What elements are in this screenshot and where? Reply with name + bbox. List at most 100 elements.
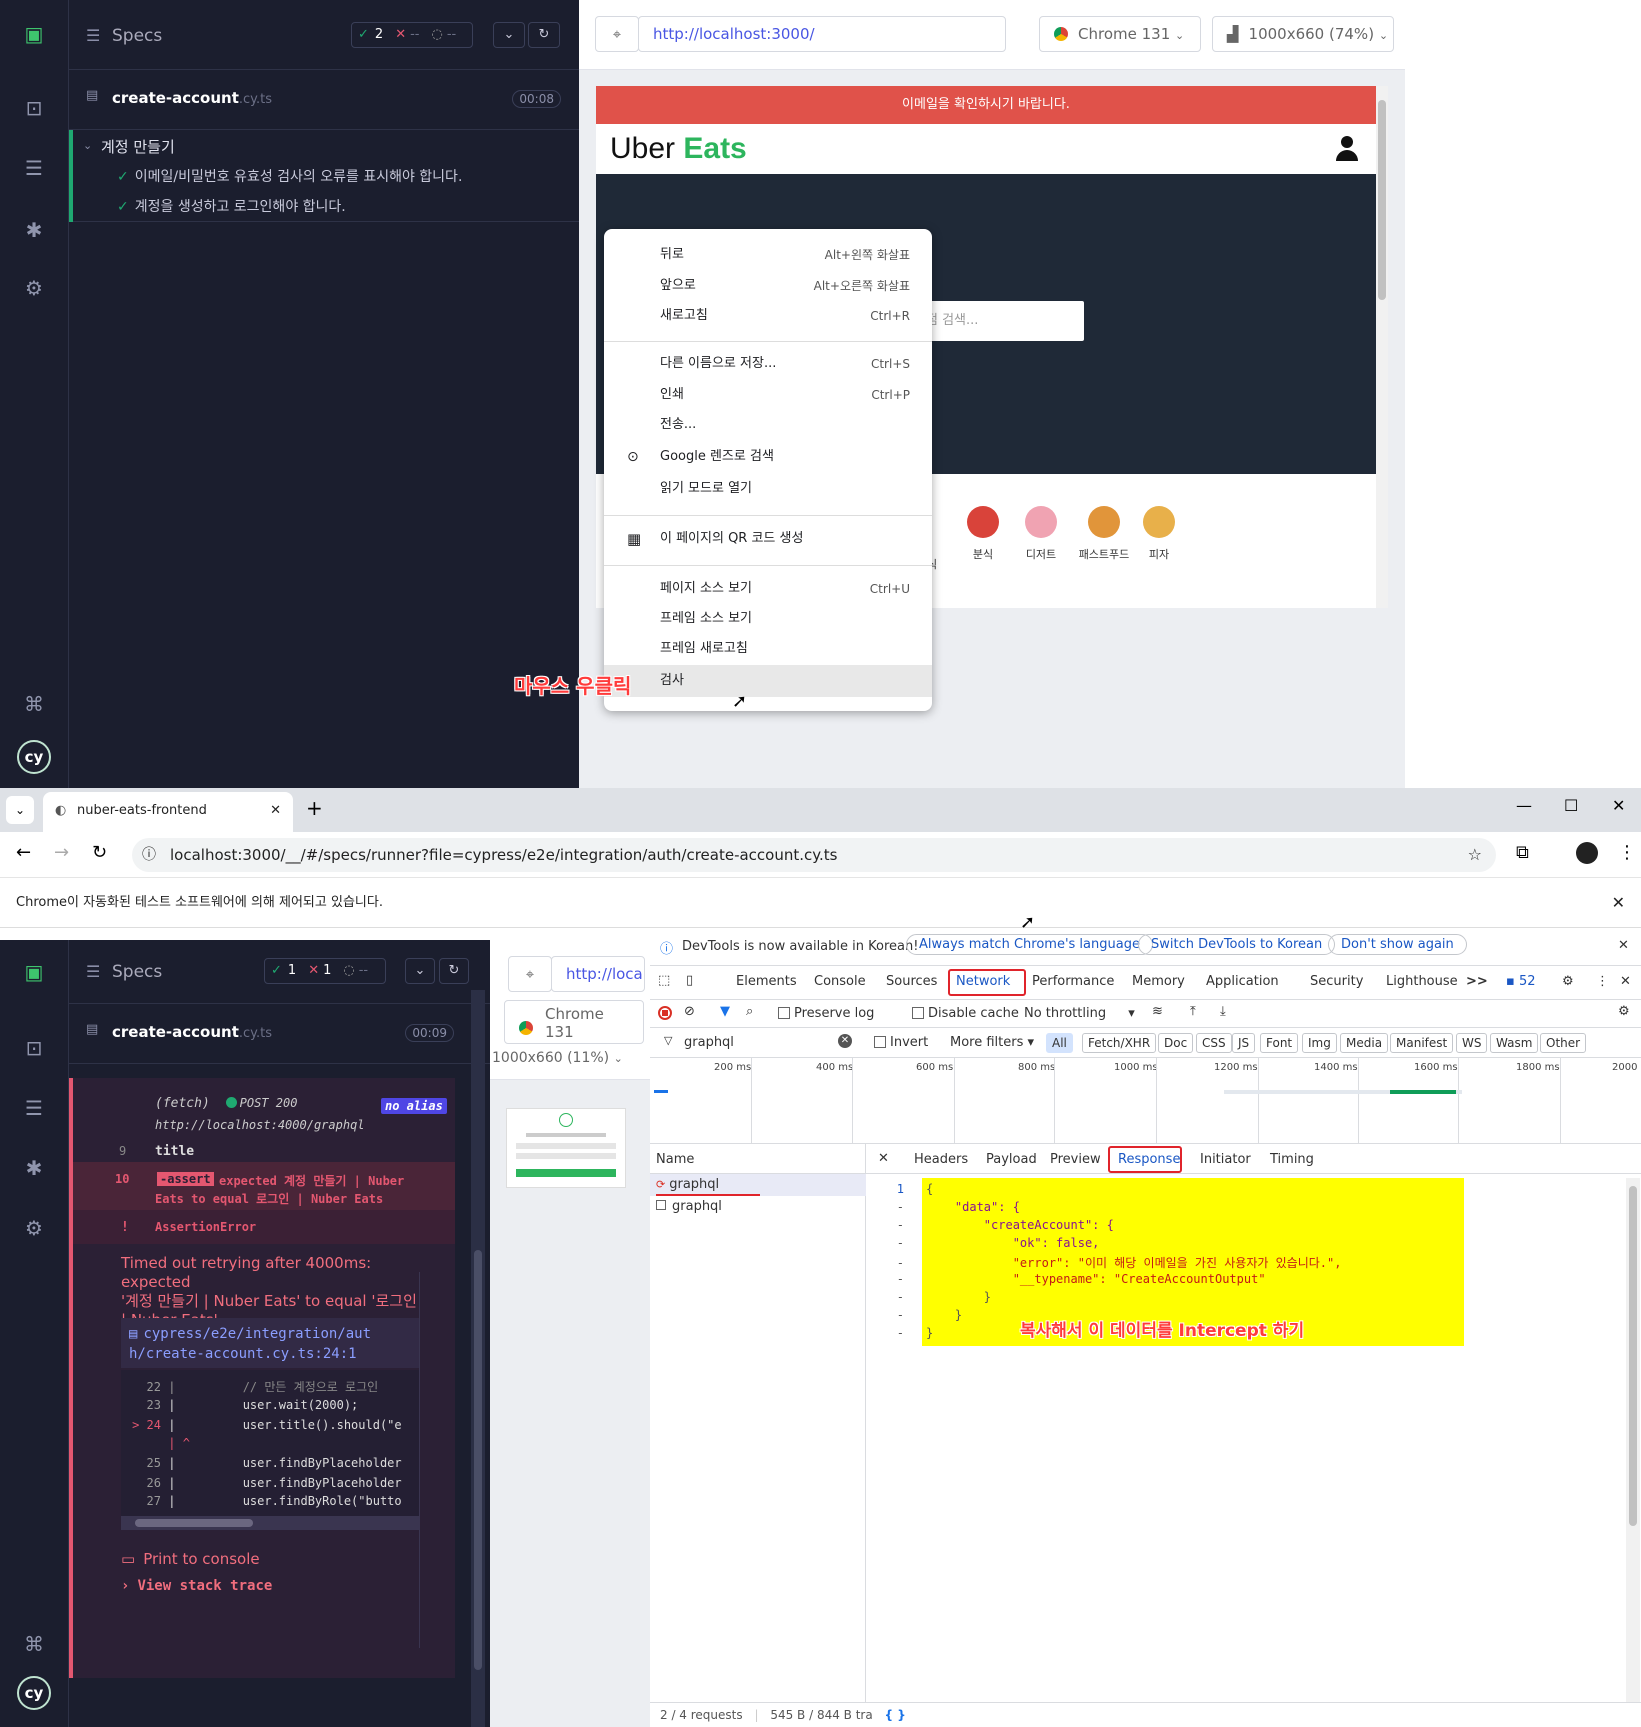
type-filter-other[interactable]: Other — [1540, 1033, 1587, 1053]
test-item[interactable]: ✓ 계정을 생성하고 로그인해야 합니다. — [117, 196, 346, 216]
search-icon[interactable]: ⌕ — [746, 1004, 753, 1019]
export-har-icon[interactable]: ⤓ — [1220, 1004, 1226, 1019]
menu-item-frame-source[interactable]: 프레임 소스 보기 — [604, 605, 932, 633]
reporter-vscrollbar[interactable] — [471, 990, 485, 1727]
browser-selector[interactable]: Chrome 131 ⌄ — [1039, 16, 1201, 52]
tab-search-button[interactable]: ⌄ — [6, 796, 34, 824]
address-bar[interactable]: ⓘ localhost:3000/__/#/specs/runner?file=c… — [132, 838, 1496, 872]
collapse-button[interactable]: ⌄ — [405, 958, 435, 984]
spec-file-row[interactable]: ▤ create-account.cy.ts 00:08 — [69, 70, 579, 130]
disable-cache-checkbox[interactable]: Disable cache — [912, 1006, 1019, 1021]
test-item[interactable]: ✓ 이메일/비밀번호 유효성 검사의 오류를 표시해야 합니다. — [117, 166, 462, 186]
menu-item-frame-reload[interactable]: 프레임 새로고침 — [604, 635, 932, 663]
runs-icon[interactable]: ⊡ — [20, 1034, 48, 1062]
chevron-down-icon[interactable]: ⌄ — [83, 139, 92, 152]
bookmark-star-icon[interactable]: ☆ — [1468, 838, 1482, 872]
network-conditions-icon[interactable]: ≋ — [1152, 1004, 1163, 1019]
debug-bug-icon[interactable]: ✱ — [20, 1154, 48, 1182]
type-filter-media[interactable]: Media — [1340, 1033, 1389, 1053]
close-notice-icon[interactable]: ✕ — [1618, 938, 1629, 953]
browser-tab[interactable]: ◐ nuber-eats-frontend ✕ — [43, 792, 293, 832]
browser-selector[interactable]: Chrome 131 — [504, 1000, 644, 1044]
devtools-menu-icon[interactable]: ⋮ — [1596, 974, 1609, 989]
app-logo-icon[interactable]: ▣ — [20, 20, 48, 48]
request-row-selected[interactable]: ⟳ graphql — [650, 1174, 866, 1196]
pretty-print-icon[interactable]: { } — [885, 1708, 906, 1722]
category-pizza[interactable]: 피자 — [1131, 506, 1187, 562]
specs-menu-icon[interactable]: ☰ — [86, 26, 100, 45]
profile-avatar-icon[interactable] — [1576, 842, 1598, 864]
menu-item-forward[interactable]: 앞으로 Alt+오른쪽 화살표 — [604, 272, 932, 300]
tab-sources[interactable]: Sources — [886, 974, 937, 989]
more-filters-dropdown[interactable]: More filters ▾ — [950, 1035, 1034, 1050]
clear-filter-icon[interactable]: ✕ — [838, 1034, 852, 1048]
import-har-icon[interactable]: ⤒ — [1190, 1004, 1196, 1019]
more-tabs-icon[interactable]: >> — [1466, 974, 1488, 989]
tab-application[interactable]: Application — [1206, 974, 1279, 989]
close-detail-icon[interactable]: ✕ — [878, 1151, 889, 1166]
code-hscrollbar[interactable] — [121, 1516, 421, 1530]
category-bunsik[interactable]: 분식 — [955, 506, 1011, 562]
settings-gear-icon[interactable]: ⚙ — [20, 1214, 48, 1242]
error-vscrollbar[interactable] — [419, 1272, 433, 1648]
menu-item-reload[interactable]: 새로고침 Ctrl+R — [604, 302, 932, 330]
rerun-button[interactable]: ↻ — [439, 958, 469, 984]
minimize-icon[interactable]: — — [1516, 796, 1532, 815]
tab-initiator[interactable]: Initiator — [1200, 1152, 1251, 1167]
keyboard-shortcut-icon[interactable]: ⌘ — [20, 1630, 48, 1658]
invert-checkbox[interactable]: Invert — [874, 1035, 928, 1050]
debug-bug-icon[interactable]: ✱ — [20, 216, 48, 244]
close-window-icon[interactable]: ✕ — [1612, 796, 1625, 815]
cypress-logo-icon[interactable]: cy — [17, 1676, 51, 1710]
filter-icon[interactable]: ▼ — [720, 1004, 730, 1019]
tab-payload[interactable]: Payload — [986, 1152, 1037, 1167]
keyboard-shortcut-icon[interactable]: ⌘ — [20, 690, 48, 718]
type-filter-fetch-xhr[interactable]: Fetch/XHR — [1082, 1033, 1157, 1053]
reload-icon[interactable]: ↻ — [92, 842, 107, 863]
type-filter-doc[interactable]: Doc — [1158, 1033, 1194, 1053]
selector-playground-button[interactable]: ⌖ — [595, 16, 639, 52]
menu-item-print[interactable]: 인쇄 Ctrl+P — [604, 381, 932, 409]
type-filter-img[interactable]: Img — [1302, 1033, 1337, 1053]
fetch-command[interactable]: (fetch) POST 200 — [155, 1096, 297, 1111]
specs-title[interactable]: Specs — [112, 962, 162, 982]
tab-lighthouse[interactable]: Lighthouse — [1386, 974, 1458, 989]
specs-title[interactable]: Specs — [112, 26, 162, 46]
preserve-log-checkbox[interactable]: Preserve log — [778, 1006, 874, 1021]
menu-item-google-lens[interactable]: ⊙ Google 렌즈로 검색 — [604, 443, 932, 471]
category-fastfood[interactable]: 패스트푸드 — [1072, 506, 1136, 562]
record-stop-icon[interactable] — [658, 1006, 672, 1020]
extensions-icon[interactable]: ⧉ — [1516, 842, 1529, 863]
type-filter-ws[interactable]: WS — [1456, 1033, 1488, 1053]
tab-elements[interactable]: Elements — [736, 974, 797, 989]
tab-performance[interactable]: Performance — [1032, 974, 1114, 989]
specs-list-icon[interactable]: ☰ — [20, 154, 48, 182]
assert-row[interactable]: 10 -assert expected 계정 만들기 | Nuber Eats … — [73, 1162, 455, 1210]
title-command[interactable]: title — [155, 1144, 194, 1159]
tab-preview[interactable]: Preview — [1050, 1152, 1101, 1167]
close-devtools-icon[interactable]: ✕ — [1620, 974, 1631, 989]
suite-title[interactable]: 계정 만들기 — [101, 136, 175, 157]
restaurant-search-input[interactable]: 점 검색... — [916, 301, 1084, 341]
category-dessert[interactable]: 디저트 — [1013, 506, 1069, 562]
specs-menu-icon[interactable]: ☰ — [86, 962, 100, 981]
menu-item-reading-mode[interactable]: 읽기 모드로 열기 — [604, 475, 932, 503]
collapse-button[interactable]: ⌄ — [493, 22, 525, 48]
request-row[interactable]: graphql — [650, 1196, 866, 1218]
type-filter-css[interactable]: CSS — [1196, 1033, 1232, 1053]
switch-korean-button[interactable]: Switch DevTools to Korean — [1138, 934, 1336, 955]
tab-memory[interactable]: Memory — [1132, 974, 1185, 989]
close-infobar-icon[interactable]: ✕ — [1612, 878, 1625, 928]
maximize-icon[interactable]: ☐ — [1564, 796, 1578, 815]
aut-url-field[interactable]: http://loca — [551, 956, 645, 992]
new-tab-icon[interactable]: + — [306, 796, 323, 820]
cypress-logo-icon[interactable]: cy — [17, 740, 51, 774]
response-vscrollbar[interactable] — [1626, 1178, 1640, 1702]
error-file-link[interactable]: ▤ cypress/e2e/integration/aut h/create-ac… — [121, 1318, 421, 1368]
tab-console[interactable]: Console — [814, 974, 866, 989]
aut-scrollbar[interactable] — [1376, 86, 1388, 608]
uber-eats-logo[interactable]: Uber Eats — [610, 132, 747, 166]
app-logo-icon[interactable]: ▣ — [20, 958, 48, 986]
filter-input[interactable]: graphql — [684, 1035, 734, 1050]
aut-url-field[interactable]: http://localhost:3000/ — [638, 16, 1006, 52]
